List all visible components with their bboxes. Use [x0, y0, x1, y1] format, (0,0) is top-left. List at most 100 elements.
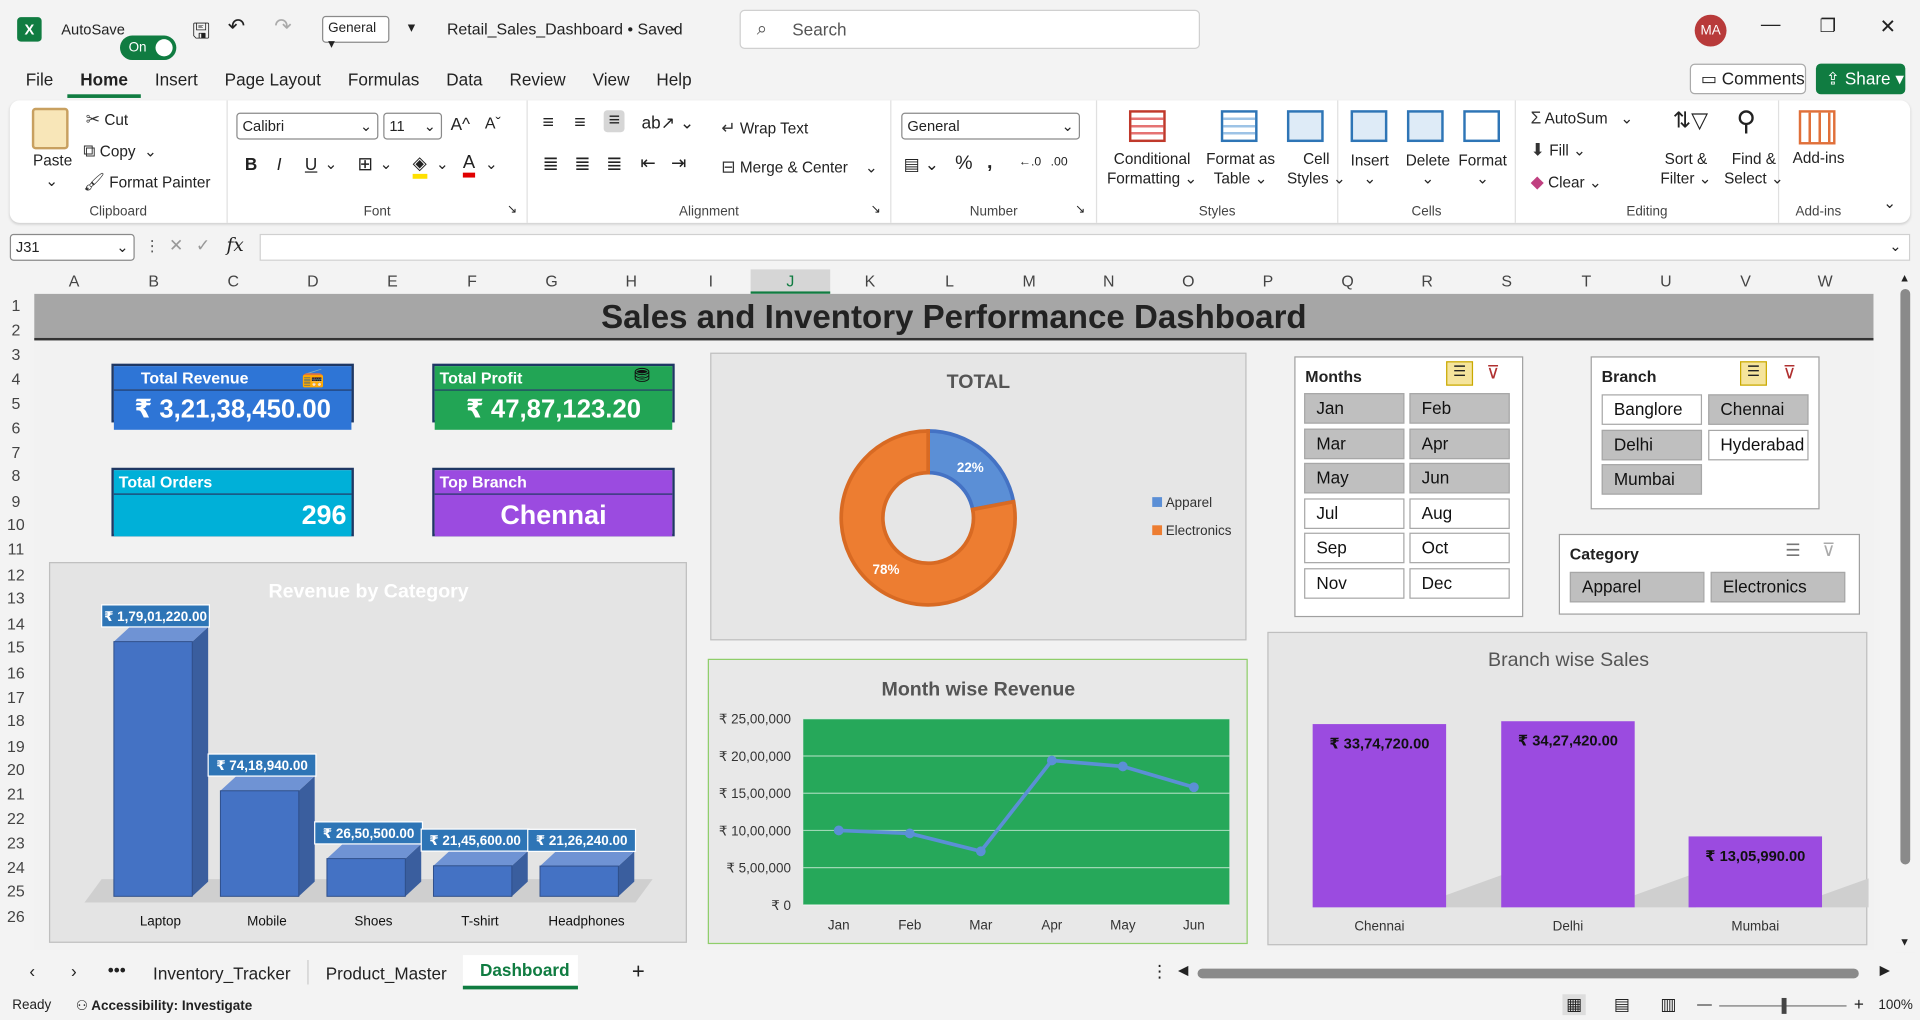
menu-file[interactable]: File — [12, 64, 67, 98]
decrease-indent-icon[interactable]: ⇤ — [640, 152, 655, 174]
row-header-26[interactable]: 26 — [0, 905, 32, 928]
column-header-q[interactable]: Q — [1308, 269, 1388, 293]
add-sheet-icon[interactable]: + — [632, 959, 645, 985]
slicer-item-oct[interactable]: Oct — [1409, 532, 1510, 564]
scroll-left-icon[interactable]: ◀ — [1178, 962, 1188, 979]
menu-data[interactable]: Data — [433, 64, 496, 98]
add-ins-button[interactable]: Add-ins — [1793, 149, 1845, 166]
column-header-s[interactable]: S — [1467, 269, 1547, 293]
row-header-4[interactable]: 4 — [0, 367, 32, 391]
more-sheets-icon[interactable]: ••• — [108, 960, 126, 980]
column-header-t[interactable]: T — [1547, 269, 1627, 293]
insert-cells-icon[interactable] — [1350, 110, 1388, 143]
increase-decimal-icon[interactable]: ←.0 — [1019, 156, 1041, 169]
font-name-select[interactable]: Calibri ⌄ — [236, 112, 379, 140]
underline-icon[interactable]: U — [305, 154, 317, 174]
clear-button[interactable]: ◆ Clear ⌄ — [1531, 171, 1602, 192]
slicer-item-sep[interactable]: Sep — [1304, 532, 1405, 564]
point-may[interactable] — [1117, 761, 1128, 772]
quick-format-select[interactable]: General ▾ — [322, 15, 390, 51]
slicer-item-hyderabad[interactable]: Hyderabad — [1708, 429, 1809, 460]
file-name[interactable]: Retail_Sales_Dashboard • Saved — [447, 20, 683, 38]
delete-cells-icon[interactable] — [1406, 110, 1444, 143]
point-jun[interactable] — [1188, 782, 1199, 793]
row-header-19[interactable]: 19 — [0, 734, 32, 757]
row-header-8[interactable]: 8 — [0, 464, 32, 488]
align-top-icon[interactable]: ≡ — [542, 113, 553, 135]
borders-icon[interactable]: ⊞ — [358, 153, 373, 175]
merge-center-button[interactable]: ⊟ Merge & Center ⌄ — [721, 157, 878, 178]
row-header-22[interactable]: 22 — [0, 806, 32, 830]
column-header-m[interactable]: M — [989, 269, 1069, 293]
row-header-20[interactable]: 20 — [0, 758, 32, 781]
comments-button[interactable]: ▭ Comments — [1689, 63, 1807, 95]
row-header-10[interactable]: 10 — [0, 514, 32, 537]
zoom-out-icon[interactable]: — — [1697, 996, 1712, 1013]
cancel-entry-icon[interactable]: ✕ — [169, 235, 183, 256]
multi-select-icon[interactable]: ☰ — [1446, 361, 1474, 386]
zoom-slider-handle[interactable] — [1781, 997, 1787, 1014]
bar-headphones[interactable] — [539, 851, 635, 897]
delete-button[interactable]: Delete ⌄ — [1406, 152, 1450, 188]
menu-review[interactable]: Review — [496, 64, 579, 98]
accessibility-status[interactable]: ⚇ Accessibility: Investigate — [76, 998, 252, 1014]
row-header-6[interactable]: 6 — [0, 416, 32, 439]
shrink-font-icon[interactable]: Aˇ — [485, 114, 501, 132]
row-header-24[interactable]: 24 — [0, 856, 32, 879]
menu-home[interactable]: Home — [66, 64, 142, 98]
prev-sheet-icon[interactable]: ‹ — [29, 961, 35, 981]
zoom-level[interactable]: 100% — [1878, 998, 1912, 1013]
menu-insert[interactable]: Insert — [141, 64, 211, 98]
paste-button[interactable]: Paste — [33, 152, 72, 169]
slicer-item-mar[interactable]: Mar — [1304, 427, 1405, 459]
redo-icon[interactable]: ↷ — [274, 15, 291, 39]
percent-icon[interactable]: % — [955, 153, 972, 175]
total-donut-chart[interactable]: TOTAL 22% 78% Apparel Electronics — [710, 352, 1247, 641]
slicer-item-delhi[interactable]: Delhi — [1601, 429, 1703, 460]
column-header-f[interactable]: F — [432, 269, 512, 293]
scroll-down-icon[interactable]: ▼ — [1899, 936, 1910, 948]
format-table-icon[interactable] — [1220, 110, 1258, 143]
alignment-launcher-icon[interactable]: ↘ — [871, 203, 881, 216]
tab-dashboard[interactable]: Dashboard — [480, 960, 570, 980]
multi-select-icon[interactable]: ☰ — [1740, 361, 1767, 386]
name-box[interactable]: J31 ⌄ — [9, 233, 135, 261]
paste-icon[interactable] — [31, 107, 69, 150]
column-header-e[interactable]: E — [353, 269, 433, 293]
scroll-up-icon[interactable]: ▲ — [1899, 272, 1910, 284]
row-header-12[interactable]: 12 — [0, 563, 32, 586]
row-header-5[interactable]: 5 — [0, 392, 32, 415]
customize-qat-icon[interactable]: ▾ — [408, 18, 415, 35]
slicer-item-jul[interactable]: Jul — [1304, 497, 1405, 529]
column-header-d[interactable]: D — [273, 269, 353, 293]
row-header-17[interactable]: 17 — [0, 685, 32, 708]
multi-select-icon[interactable]: ☰ — [1785, 540, 1800, 561]
column-header-b[interactable]: B — [114, 269, 194, 293]
bar-t-shirt[interactable] — [432, 851, 528, 897]
column-header-l[interactable]: L — [910, 269, 990, 293]
page-layout-view-icon[interactable]: ▤ — [1614, 994, 1630, 1015]
more-options-icon[interactable]: ⋮ — [144, 236, 159, 255]
slicer-item-may[interactable]: May — [1304, 462, 1405, 494]
magnifier-icon[interactable]: ⚲ — [1736, 105, 1756, 137]
sort-filter-button[interactable]: Sort & Filter ⌄ — [1660, 149, 1711, 188]
search-box[interactable]: ⌕ Search — [739, 9, 1201, 49]
align-bottom-icon[interactable]: ≡ — [603, 110, 625, 133]
menu-page-layout[interactable]: Page Layout — [211, 64, 334, 98]
avatar[interactable]: MA — [1694, 14, 1727, 47]
restore-icon[interactable]: ❐ — [1820, 15, 1836, 37]
currency-icon[interactable]: ▤ ⌄ — [904, 154, 939, 175]
point-mar[interactable] — [975, 846, 986, 857]
menu-formulas[interactable]: Formulas — [334, 64, 432, 98]
slicer-item-jan[interactable]: Jan — [1304, 393, 1405, 424]
increase-indent-icon[interactable]: ⇥ — [671, 152, 686, 174]
font-color-icon[interactable]: A — [462, 152, 476, 178]
row-header-7[interactable]: 7 — [0, 440, 32, 463]
slicer-item-nov[interactable]: Nov — [1304, 567, 1405, 599]
chevron-down-icon[interactable]: ⌄ — [667, 17, 679, 34]
slicer-item-apr[interactable]: Apr — [1409, 427, 1510, 459]
grow-font-icon[interactable]: A^ — [451, 114, 470, 134]
column-header-a[interactable]: A — [34, 269, 114, 293]
slicer-item-mumbai[interactable]: Mumbai — [1601, 464, 1703, 495]
number-format-select[interactable]: General ⌄ — [901, 112, 1081, 140]
